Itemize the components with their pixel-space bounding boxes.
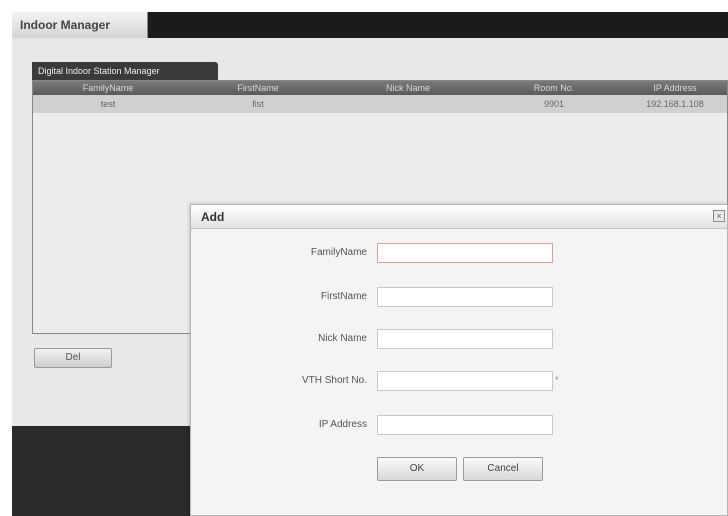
close-icon[interactable]: ×	[713, 210, 725, 222]
dialog-title[interactable]: Add	[191, 205, 727, 229]
vth-short-no-input[interactable]	[377, 371, 553, 391]
cell-first-name: fist	[252, 99, 264, 109]
top-bar: Indoor Manager	[12, 12, 728, 38]
column-header-nick-name[interactable]: Nick Name	[353, 81, 463, 95]
ok-button[interactable]: OK	[377, 457, 457, 481]
nick-name-input[interactable]	[377, 329, 553, 349]
cancel-button[interactable]: Cancel	[463, 457, 543, 481]
family-name-input[interactable]	[377, 243, 553, 263]
column-header-room-no[interactable]: Room No.	[499, 81, 609, 95]
column-header-family-name[interactable]: FamilyName	[53, 81, 163, 95]
table-row[interactable]: test fist 9901 192.168.1.108	[33, 95, 727, 113]
column-header-first-name[interactable]: FirstName	[203, 81, 313, 95]
vth-short-no-label: VTH Short No.	[301, 375, 367, 386]
column-header-ip-address[interactable]: IP Address	[621, 81, 728, 95]
cell-room-no: 9901	[543, 99, 565, 109]
app-title-tab[interactable]: Indoor Manager	[12, 12, 148, 38]
tab-indoor-station-manager[interactable]: Digital Indoor Station Manager	[32, 62, 218, 80]
add-dialog: Add × FamilyName FirstName Nick Name VTH…	[190, 204, 728, 516]
cell-ip-address: 192.168.1.108	[646, 99, 704, 109]
ip-address-label: IP Address	[318, 419, 367, 430]
cell-family-name: test	[100, 99, 116, 109]
nick-name-label: Nick Name	[318, 333, 367, 344]
family-name-label: FamilyName	[310, 247, 367, 258]
table-header: FamilyName FirstName Nick Name Room No. …	[33, 81, 727, 95]
required-mark: *	[555, 375, 559, 385]
first-name-label: FirstName	[320, 291, 367, 302]
ip-address-input[interactable]	[377, 415, 553, 435]
delete-button[interactable]: Del	[34, 348, 112, 368]
first-name-input[interactable]	[377, 287, 553, 307]
